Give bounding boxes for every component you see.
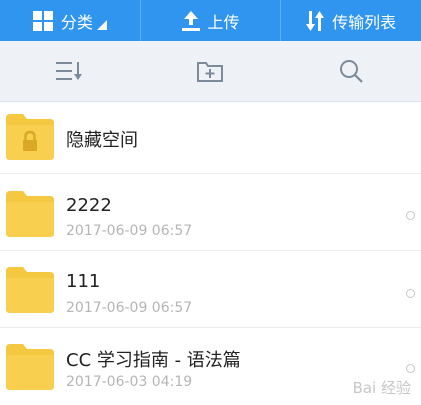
watermark-text: Bai 经验 xyxy=(352,379,411,397)
folder-icon xyxy=(6,191,54,237)
grid-icon xyxy=(32,10,53,31)
list-item-2222[interactable]: 2222 2017-06-09 06:57 xyxy=(0,174,421,251)
category-label: 分类 xyxy=(60,12,93,32)
file-date: 2017-06-03 04:19 xyxy=(66,374,193,390)
file-list: 隐藏空间 2222 2017-06-09 06:57 111 2017-06-0… xyxy=(0,102,421,405)
list-item-111[interactable]: 111 2017-06-09 06:57 xyxy=(0,251,421,328)
new-folder-button[interactable] xyxy=(140,41,280,101)
transfer-list-label: 传输列表 xyxy=(332,12,397,32)
top-bar: 分类 上传 传输列表 xyxy=(0,0,421,41)
upload-label: 上传 xyxy=(207,12,240,32)
toolbar xyxy=(0,41,421,102)
file-date: 2017-06-09 06:57 xyxy=(66,300,193,316)
dropdown-caret-icon xyxy=(96,19,107,30)
upload-button[interactable]: 上传 xyxy=(139,0,281,41)
file-date: 2017-06-09 06:57 xyxy=(66,223,193,239)
select-radio[interactable] xyxy=(406,211,415,220)
category-button[interactable]: 分类 xyxy=(0,0,140,41)
file-name: CC 学习指南 - 语法篇 xyxy=(66,350,241,371)
select-radio[interactable] xyxy=(406,364,415,373)
new-folder-icon xyxy=(197,62,224,82)
transfer-list-button[interactable]: 传输列表 xyxy=(280,0,421,41)
locked-folder-icon xyxy=(6,114,54,160)
file-name: 111 xyxy=(66,271,101,292)
search-icon xyxy=(339,60,363,83)
list-item-hidden-space[interactable]: 隐藏空间 xyxy=(0,102,421,174)
file-name: 2222 xyxy=(66,195,112,216)
select-radio[interactable] xyxy=(406,289,415,298)
sort-list-icon xyxy=(56,62,83,80)
upload-icon xyxy=(181,10,200,31)
search-button[interactable] xyxy=(281,41,421,101)
file-name: 隐藏空间 xyxy=(66,130,138,151)
watermark: Bai 经验 xyxy=(353,377,411,398)
folder-icon xyxy=(6,267,54,313)
folder-icon xyxy=(6,344,54,390)
sort-button[interactable] xyxy=(0,41,140,101)
transfer-arrows-icon xyxy=(306,10,325,31)
